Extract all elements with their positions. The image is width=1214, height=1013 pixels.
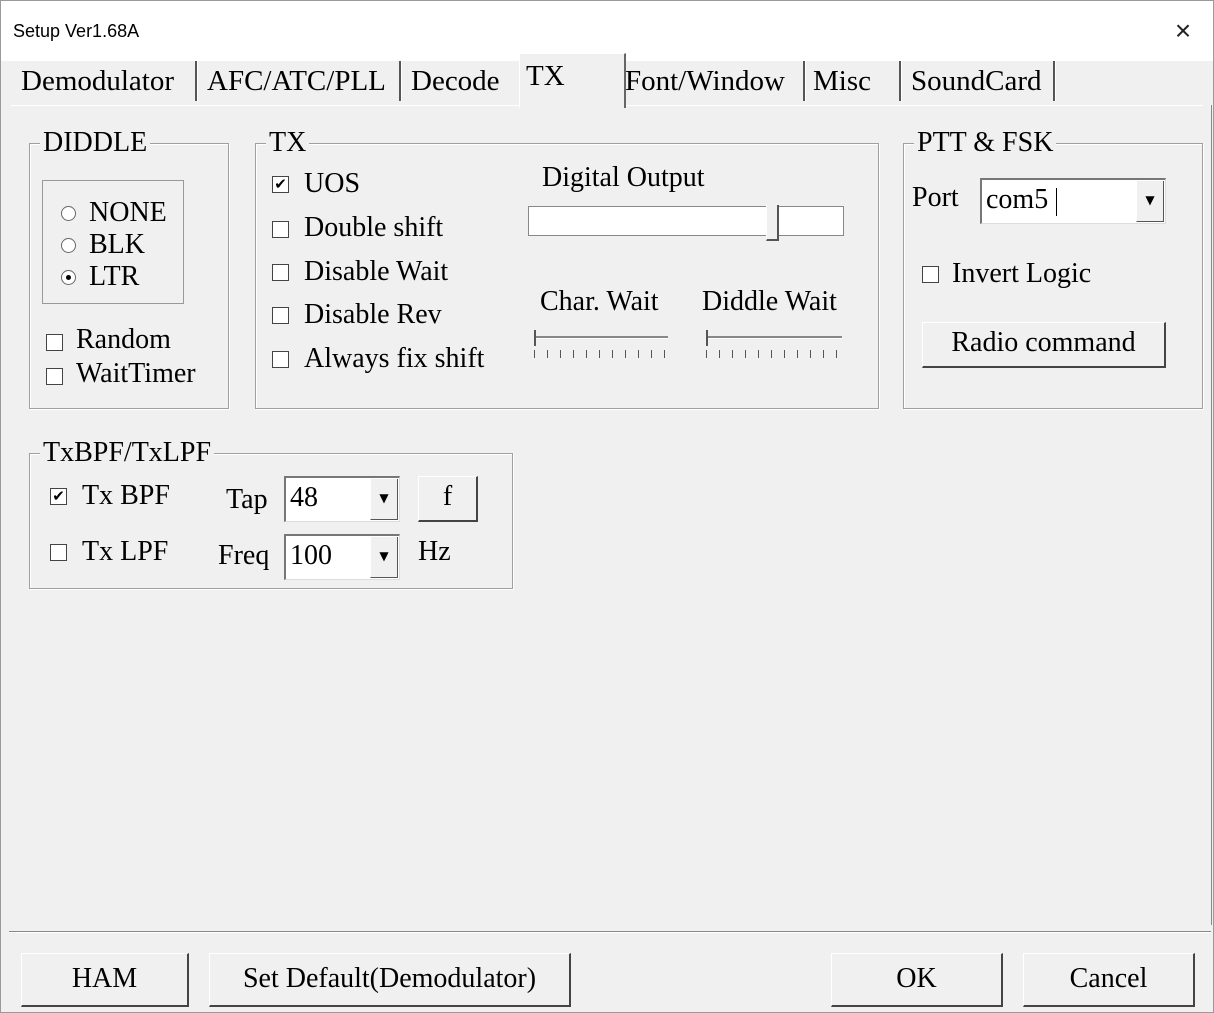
- digital-output-label: Digital Output: [542, 162, 705, 193]
- txbpf-txlpf-group: TxBPF/TxLPF ✔ Tx BPF Tap 48 ▼ f Tx LPF F…: [29, 436, 513, 589]
- char-wait-slider-thumb[interactable]: [534, 330, 536, 346]
- setup-window: Setup Ver1.68A × Demodulator AFC/ATC/PLL…: [0, 0, 1214, 1013]
- tab-tx[interactable]: TX: [519, 53, 626, 108]
- waittimer-checkbox[interactable]: [46, 368, 63, 385]
- ok-button[interactable]: OK: [831, 953, 1003, 1007]
- disable-wait-checkbox[interactable]: [272, 264, 289, 281]
- diddle-wait-label: Diddle Wait: [702, 286, 837, 317]
- disable-wait-label: Disable Wait: [304, 256, 449, 287]
- diddle-group: DIDDLE NONE BLK LTR Random WaitTimer: [29, 126, 229, 409]
- diddle-wait-slider-thumb[interactable]: [706, 330, 708, 346]
- radio-selected-dot: [66, 275, 71, 280]
- diddle-wait-slider-track: [706, 336, 842, 339]
- title-bar: Setup Ver1.68A ×: [1, 1, 1213, 61]
- tab-decode[interactable]: Decode: [411, 57, 500, 103]
- tab-afc-atc-pll[interactable]: AFC/ATC/PLL: [207, 57, 386, 103]
- radio-command-button[interactable]: Radio command: [922, 322, 1166, 368]
- port-label: Port: [912, 182, 959, 213]
- window-title: Setup Ver1.68A: [13, 21, 140, 41]
- diddle-wait-slider-ticks: [706, 350, 842, 358]
- chevron-down-icon[interactable]: ▼: [1136, 181, 1164, 222]
- tap-combo[interactable]: 48 ▼: [284, 476, 400, 522]
- uos-checkbox[interactable]: ✔: [272, 176, 289, 193]
- uos-label: UOS: [304, 168, 361, 199]
- diddle-wait-slider[interactable]: [706, 330, 842, 360]
- footer-separator: [9, 931, 1211, 933]
- tx-lpf-checkbox[interactable]: [50, 544, 67, 561]
- diddle-blk-label: BLK: [89, 229, 145, 260]
- chevron-down-icon[interactable]: ▼: [370, 479, 398, 520]
- port-value: com5: [986, 184, 1049, 215]
- invert-logic-label: Invert Logic: [952, 258, 1092, 289]
- diddle-none-label: NONE: [89, 197, 167, 228]
- cancel-button[interactable]: Cancel: [1023, 953, 1195, 1007]
- digital-output-slider-thumb[interactable]: [766, 205, 779, 241]
- tap-label: Tap: [226, 484, 268, 515]
- diddle-blk-radio[interactable]: [61, 238, 76, 253]
- ptt-fsk-group: PTT & FSK Port com5 ▼ Invert Logic Radio…: [903, 126, 1203, 409]
- random-checkbox[interactable]: [46, 334, 63, 351]
- check-icon: ✔: [274, 175, 287, 193]
- diddle-ltr-label: LTR: [89, 261, 140, 292]
- ham-button[interactable]: HAM: [21, 953, 189, 1007]
- close-icon[interactable]: ×: [1161, 11, 1205, 51]
- char-wait-label: Char. Wait: [540, 286, 659, 317]
- set-default-button[interactable]: Set Default(Demodulator): [209, 953, 571, 1007]
- tab-separator: [1053, 61, 1056, 101]
- disable-rev-label: Disable Rev: [304, 299, 442, 330]
- diddle-group-title: DIDDLE: [40, 126, 151, 160]
- invert-logic-checkbox[interactable]: [922, 266, 939, 283]
- diddle-none-radio[interactable]: [61, 206, 76, 221]
- always-fix-shift-checkbox[interactable]: [272, 351, 289, 368]
- tab-separator: [899, 61, 902, 101]
- tx-group-title: TX: [266, 126, 310, 160]
- check-icon: ✔: [52, 487, 65, 505]
- tap-value: 48: [290, 482, 318, 513]
- tx-bpf-checkbox[interactable]: ✔: [50, 488, 67, 505]
- freq-label: Freq: [218, 540, 270, 571]
- waittimer-label: WaitTimer: [76, 358, 196, 389]
- tab-separator: [803, 61, 806, 101]
- digital-output-slider[interactable]: [528, 205, 844, 241]
- tab-soundcard[interactable]: SoundCard: [911, 57, 1042, 103]
- chevron-down-icon[interactable]: ▼: [370, 537, 398, 578]
- hz-label: Hz: [418, 536, 451, 567]
- filter-f-button[interactable]: f: [418, 476, 478, 522]
- char-wait-slider-track: [534, 336, 668, 339]
- tx-group: TX ✔ UOS Double shift Disable Wait Disab…: [255, 126, 879, 409]
- diddle-ltr-radio[interactable]: [61, 270, 76, 285]
- tab-font-window[interactable]: Font/Window: [625, 57, 785, 103]
- tab-strip: Demodulator AFC/ATC/PLL Decode TX Font/W…: [11, 53, 1211, 108]
- tab-page-right-edge: [1211, 105, 1212, 925]
- double-shift-checkbox[interactable]: [272, 221, 289, 238]
- tab-separator: [195, 61, 198, 101]
- txbpf-group-title: TxBPF/TxLPF: [40, 436, 215, 470]
- freq-value: 100: [290, 540, 332, 571]
- freq-combo[interactable]: 100 ▼: [284, 534, 400, 580]
- always-fix-shift-label: Always fix shift: [304, 343, 485, 374]
- text-cursor: [1056, 187, 1058, 216]
- tx-bpf-label: Tx BPF: [82, 480, 170, 511]
- double-shift-label: Double shift: [304, 212, 444, 243]
- tab-separator: [399, 61, 402, 101]
- diddle-radio-box: NONE BLK LTR: [42, 180, 184, 304]
- random-label: Random: [76, 324, 171, 355]
- tab-demodulator[interactable]: Demodulator: [21, 57, 174, 103]
- ptt-fsk-group-title: PTT & FSK: [914, 126, 1057, 160]
- tx-lpf-label: Tx LPF: [82, 536, 169, 567]
- disable-rev-checkbox[interactable]: [272, 307, 289, 324]
- port-combo[interactable]: com5 ▼: [980, 178, 1166, 224]
- char-wait-slider[interactable]: [534, 330, 668, 360]
- char-wait-slider-ticks: [534, 350, 668, 358]
- tab-misc[interactable]: Misc: [813, 57, 871, 103]
